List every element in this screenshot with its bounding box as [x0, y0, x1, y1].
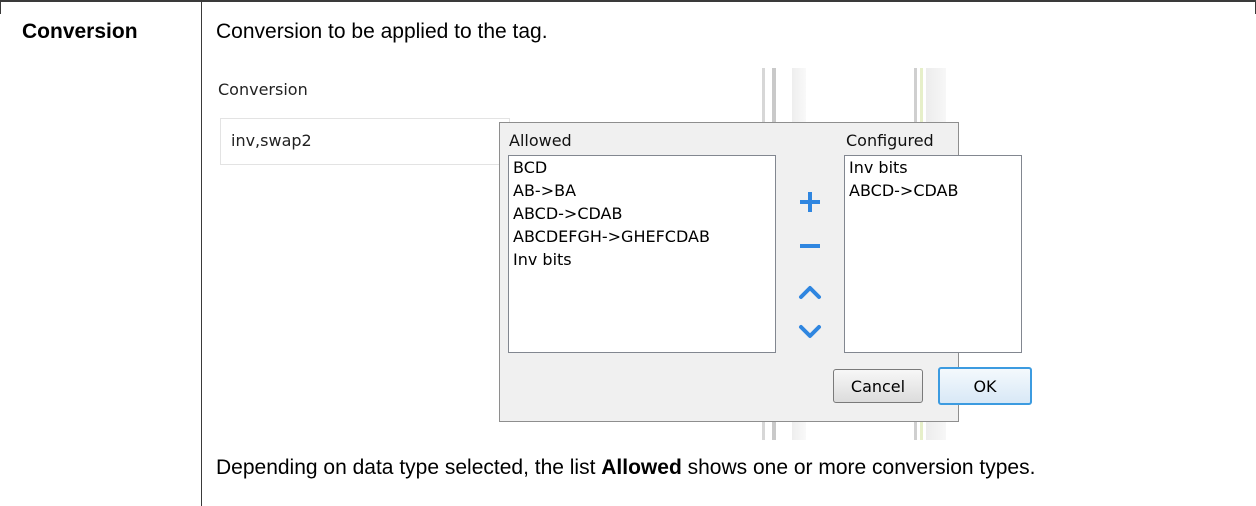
conversion-dialog: Allowed BCD AB->BA ABCD->CDAB ABCDEFGH->…	[499, 122, 1032, 422]
configured-label: Configured	[846, 131, 934, 150]
footnote-emphasis: Allowed	[601, 456, 682, 479]
add-button[interactable]	[797, 189, 823, 215]
table-border-mid	[201, 0, 202, 14]
move-down-button[interactable]	[797, 319, 823, 345]
footnote-tail: shows one or more conversion types.	[681, 456, 1036, 479]
configured-list[interactable]: Inv bits ABCD->CDAB	[844, 155, 1022, 353]
conversion-field-label: Conversion	[218, 80, 308, 99]
move-up-button[interactable]	[797, 279, 823, 305]
cancel-button[interactable]: Cancel	[833, 369, 923, 403]
chevron-up-icon	[799, 286, 821, 299]
chevron-down-icon	[799, 325, 821, 338]
parameter-description: Conversion to be applied to the tag.	[216, 20, 548, 43]
list-item[interactable]: Inv bits	[845, 156, 1021, 179]
list-item[interactable]: ABCD->CDAB	[509, 202, 775, 225]
allowed-label: Allowed	[509, 131, 572, 150]
remove-button[interactable]	[797, 233, 823, 259]
conversion-field-value: inv,swap2	[231, 131, 312, 150]
minus-icon	[800, 244, 820, 248]
plus-icon	[800, 192, 820, 212]
footnote-text: Depending on data type selected, the lis…	[216, 456, 1035, 480]
parameter-name: Conversion	[22, 20, 138, 43]
table-border-left	[0, 0, 1, 14]
conversion-field[interactable]: inv,swap2	[220, 118, 510, 165]
table-top-rule	[0, 0, 1256, 2]
list-item[interactable]: Inv bits	[509, 248, 775, 271]
footnote-lead: Depending on data type selected, the lis…	[216, 456, 602, 479]
allowed-list[interactable]: BCD AB->BA ABCD->CDAB ABCDEFGH->GHEFCDAB…	[508, 155, 776, 353]
list-item[interactable]: ABCDEFGH->GHEFCDAB	[509, 225, 775, 248]
list-item[interactable]: ABCD->CDAB	[845, 179, 1021, 202]
list-item[interactable]: AB->BA	[509, 179, 775, 202]
embedded-screenshot: Conversion inv,swap2 Allowed BCD AB->BA …	[202, 68, 1032, 440]
list-item[interactable]: BCD	[509, 156, 775, 179]
ok-button[interactable]: OK	[938, 367, 1032, 405]
